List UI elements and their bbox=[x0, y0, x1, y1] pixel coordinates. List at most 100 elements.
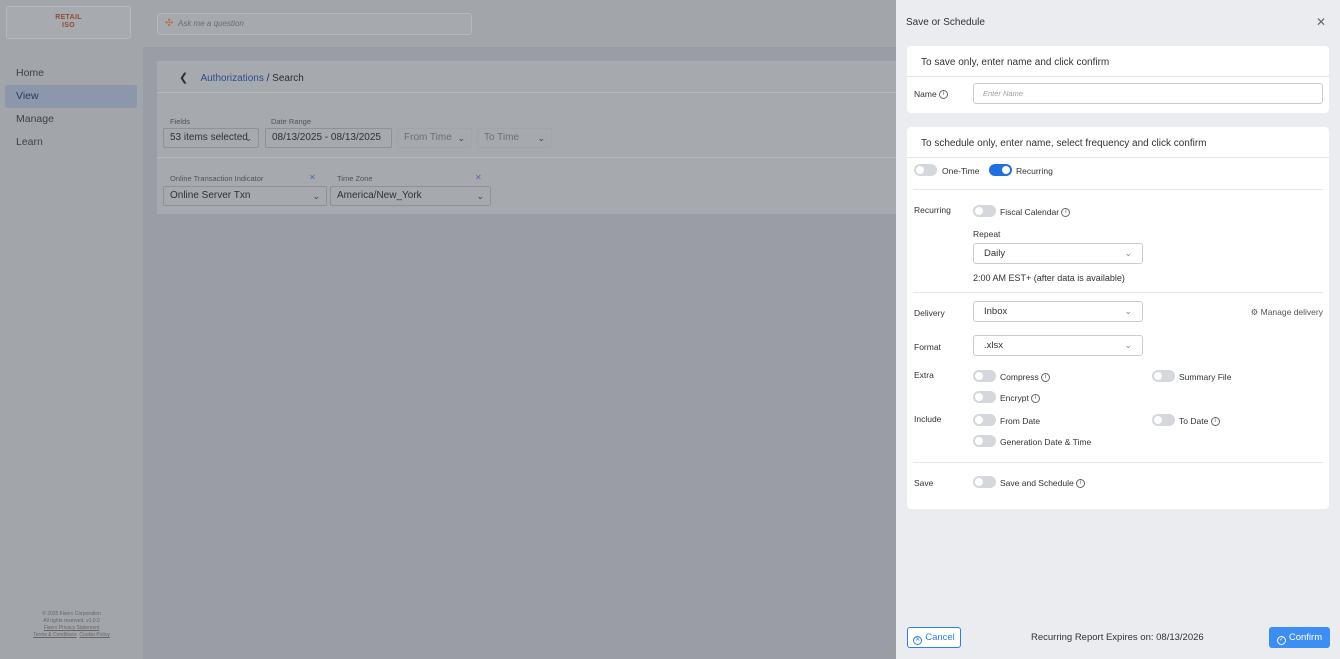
fields-select[interactable]: 53 items selected ⌄ bbox=[163, 128, 259, 148]
from-date-label: From Date bbox=[1000, 416, 1041, 426]
format-select[interactable]: .xlsx ⌄ bbox=[973, 335, 1143, 356]
manage-delivery-link[interactable]: ⚙ Manage delivery bbox=[1251, 307, 1323, 318]
delivery-label: Delivery bbox=[914, 308, 945, 318]
confirm-button[interactable]: ✓ Confirm bbox=[1269, 627, 1330, 648]
card-divider bbox=[907, 157, 1329, 158]
format-label: Format bbox=[914, 342, 941, 352]
generation-date-toggle[interactable] bbox=[973, 435, 996, 447]
modal-footer: ✕ Cancel Recurring Report Expires on: 08/… bbox=[896, 627, 1340, 653]
sidebar: RETAIL ISO Home View Manage Learn © 2025… bbox=[0, 0, 143, 659]
summary-file-toggle[interactable] bbox=[1152, 370, 1175, 382]
date-range-input[interactable]: 08/13/2025 - 08/13/2025 bbox=[265, 128, 392, 148]
schedule-heading: To schedule only, enter name, select fre… bbox=[921, 138, 1207, 149]
cancel-label: Cancel bbox=[925, 632, 955, 643]
to-date-toggle[interactable] bbox=[1152, 414, 1175, 426]
repeat-value: Daily bbox=[984, 248, 1006, 259]
to-time-value: To Time bbox=[484, 132, 520, 143]
back-chevron-icon[interactable]: ❮ bbox=[179, 72, 188, 84]
privacy-link[interactable]: Fiserv Privacy Statement bbox=[0, 625, 143, 632]
fields-value: 53 items selected bbox=[170, 132, 248, 143]
cancel-circle-icon: ✕ bbox=[913, 636, 923, 645]
tz-value: America/New_York bbox=[337, 190, 422, 201]
date-range-value: 08/13/2025 - 08/13/2025 bbox=[272, 132, 381, 143]
chevron-down-icon: ⌄ bbox=[1124, 340, 1132, 350]
save-card: To save only, enter name and click confi… bbox=[907, 46, 1329, 113]
save-row-label: Save bbox=[914, 478, 934, 488]
card-divider bbox=[907, 76, 1329, 77]
info-icon[interactable]: i bbox=[939, 90, 949, 100]
cookie-link[interactable]: Cookie Policy bbox=[79, 632, 109, 638]
recurring-toggle-label: Recurring bbox=[1016, 166, 1053, 176]
info-icon[interactable]: i bbox=[1041, 373, 1051, 383]
name-label-text: Name bbox=[914, 89, 937, 99]
to-time-select[interactable]: To Time ⌄ bbox=[477, 128, 552, 148]
fiscal-calendar-label: Fiscal Calendar i bbox=[1000, 207, 1071, 218]
one-time-toggle[interactable] bbox=[914, 164, 937, 176]
confirm-label: Confirm bbox=[1288, 632, 1323, 643]
oti-select[interactable]: Online Server Txn ⌄ bbox=[163, 186, 327, 206]
manage-delivery-text: Manage delivery bbox=[1260, 307, 1323, 317]
sidebar-item-home[interactable]: Home bbox=[5, 62, 137, 85]
copyright-text: © 2025 Fiserv Corporation bbox=[42, 611, 101, 617]
info-icon[interactable]: i bbox=[1210, 417, 1220, 427]
close-icon[interactable]: ✕ bbox=[1316, 15, 1326, 29]
logo-line-2: ISO bbox=[62, 22, 75, 29]
chevron-down-icon: ⌄ bbox=[476, 191, 484, 201]
schedule-note: 2:00 AM EST+ (after data is available) bbox=[973, 273, 1125, 283]
rights-text: All rights reserved. v1.0.0 bbox=[43, 618, 100, 624]
fiscal-calendar-text: Fiscal Calendar bbox=[1000, 207, 1060, 217]
terms-link[interactable]: Terms & Conditions bbox=[33, 632, 76, 638]
breadcrumb-authorizations-link[interactable]: Authorizations bbox=[200, 73, 263, 84]
chevron-down-icon: ⌄ bbox=[1124, 248, 1132, 258]
sidebar-item-learn[interactable]: Learn bbox=[5, 131, 137, 154]
sidebar-item-manage[interactable]: Manage bbox=[5, 108, 137, 131]
card-divider bbox=[913, 189, 1323, 190]
recurring-toggle[interactable] bbox=[989, 164, 1012, 176]
modal-title: Save or Schedule bbox=[906, 17, 985, 28]
encrypt-toggle[interactable] bbox=[973, 391, 996, 403]
generation-date-label: Generation Date & Time bbox=[1000, 437, 1092, 447]
from-date-toggle[interactable] bbox=[973, 414, 996, 426]
card-divider bbox=[913, 462, 1323, 463]
info-icon[interactable]: i bbox=[1076, 479, 1086, 489]
oti-value: Online Server Txn bbox=[170, 190, 251, 201]
name-placeholder: Enter Name bbox=[983, 89, 1024, 98]
repeat-select[interactable]: Daily ⌄ bbox=[973, 243, 1143, 264]
summary-file-label: Summary File bbox=[1179, 372, 1232, 382]
name-input[interactable]: Enter Name bbox=[973, 83, 1323, 104]
info-icon[interactable]: i bbox=[1061, 208, 1071, 218]
chevron-down-icon: ⌄ bbox=[1124, 306, 1132, 316]
recurring-row-label: Recurring bbox=[914, 205, 951, 215]
compress-toggle[interactable] bbox=[973, 370, 996, 382]
sidebar-footer: © 2025 Fiserv Corporation All rights res… bbox=[0, 611, 143, 639]
chevron-down-icon: ⌄ bbox=[244, 133, 252, 143]
ask-placeholder: Ask me a question bbox=[178, 19, 244, 28]
sparkle-icon: ✣ bbox=[165, 18, 174, 29]
compress-label: Compress i bbox=[1000, 372, 1051, 383]
breadcrumb: ❮ Authorizations / Search bbox=[179, 71, 304, 84]
delivery-select[interactable]: Inbox ⌄ bbox=[973, 301, 1143, 322]
encrypt-text: Encrypt bbox=[1000, 393, 1029, 403]
clear-oti-icon[interactable]: ✕ bbox=[309, 173, 316, 182]
from-time-select[interactable]: From Time ⌄ bbox=[397, 128, 472, 148]
cancel-button[interactable]: ✕ Cancel bbox=[907, 627, 961, 648]
date-range-label: Date Range bbox=[271, 117, 312, 126]
save-and-schedule-text: Save and Schedule bbox=[1000, 478, 1074, 488]
save-and-schedule-toggle[interactable] bbox=[973, 476, 996, 488]
info-icon[interactable]: i bbox=[1031, 394, 1041, 404]
gear-icon: ⚙ bbox=[1250, 307, 1259, 317]
save-and-schedule-label: Save and Schedule i bbox=[1000, 478, 1086, 489]
fiscal-calendar-toggle[interactable] bbox=[973, 205, 996, 217]
tz-label: Time Zone bbox=[337, 174, 373, 183]
search-panel: ❮ Authorizations / Search Fields 53 item… bbox=[157, 61, 896, 214]
check-circle-icon: ✓ bbox=[1276, 636, 1286, 645]
tz-select[interactable]: America/New_York ⌄ bbox=[330, 186, 491, 206]
fields-label: Fields bbox=[170, 117, 191, 126]
clear-tz-icon[interactable]: ✕ bbox=[475, 173, 482, 182]
chevron-down-icon: ⌄ bbox=[537, 133, 545, 143]
sidebar-item-view[interactable]: View bbox=[5, 85, 137, 108]
extra-label: Extra bbox=[914, 370, 934, 380]
ask-input[interactable]: ✣ Ask me a question bbox=[157, 13, 472, 35]
logo: RETAIL ISO bbox=[6, 6, 131, 39]
chevron-down-icon: ⌄ bbox=[457, 133, 465, 143]
